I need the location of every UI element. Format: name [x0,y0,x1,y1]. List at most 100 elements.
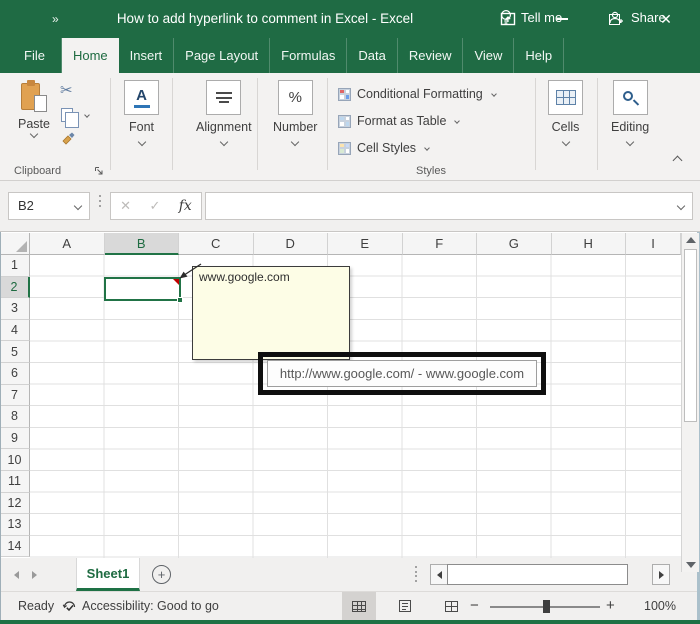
group-separator [327,78,328,170]
selected-cell-b2[interactable] [103,276,183,303]
cell-styles-button[interactable]: Cell Styles [338,138,430,158]
zoom-slider-handle[interactable] [543,600,550,613]
column-header-a[interactable]: A [30,233,105,255]
zoom-out-button[interactable]: − [470,592,479,620]
copy-button[interactable] [61,108,79,128]
lightbulb-icon [500,9,512,24]
cell-comment-box[interactable]: www.google.com [192,266,350,360]
row-header-11[interactable]: 11 [0,470,30,493]
next-sheet-arrow-icon[interactable] [32,571,37,579]
row-header-9[interactable]: 9 [0,427,30,450]
format-painter-button[interactable] [60,131,76,147]
format-as-table-label: Format as Table [357,114,447,128]
row-header-6[interactable]: 6 [0,362,30,385]
tab-formulas[interactable]: Formulas [270,38,348,73]
number-group-button[interactable]: % Number [273,80,317,147]
formula-input[interactable] [205,192,693,220]
row-header-13[interactable]: 13 [0,514,30,536]
enter-icon[interactable]: ✓ [149,198,160,214]
format-as-table-button[interactable]: Format as Table [338,111,461,131]
conditional-formatting-button[interactable]: Conditional Formatting [338,84,497,104]
font-group-chevron-icon [137,137,146,147]
font-group-button[interactable]: A Font [124,80,159,147]
quick-access-overflow-icon[interactable]: » [52,0,60,38]
formula-bar-expand-chevron-icon[interactable] [676,201,686,211]
cut-button[interactable]: ✂ [60,81,73,99]
scroll-right-button[interactable] [652,564,670,585]
column-header-c[interactable]: C [179,233,254,255]
row-header-4[interactable]: 4 [0,319,30,342]
normal-view-button[interactable] [342,592,376,620]
formula-bar-grip-handle[interactable] [99,195,101,207]
select-all-button[interactable] [0,233,30,255]
tab-file[interactable]: File [8,38,62,73]
alignment-group-label: Alignment [196,120,252,134]
cells-table-icon [548,80,583,115]
vertical-scrollbar-thumb[interactable] [684,249,697,422]
magnifier-icon [612,80,648,115]
name-box-value: B2 [18,198,34,213]
scroll-up-arrow-icon[interactable] [686,237,696,243]
page-layout-view-button[interactable] [388,592,422,620]
row-headers: 1 2 3 4 5 6 7 8 9 10 11 12 13 14 [0,255,30,558]
cells-group-button[interactable]: Cells [548,80,583,147]
name-box[interactable]: B2 [8,192,90,220]
group-separator [597,78,598,170]
tab-bar-grip-handle[interactable] [415,566,417,582]
column-header-e[interactable]: E [328,233,403,255]
row-header-3[interactable]: 3 [0,298,30,320]
horizontal-scrollbar-thumb[interactable] [447,564,628,585]
zoom-in-button[interactable]: + [606,592,615,620]
scroll-left-button[interactable] [430,564,448,585]
insert-function-icon[interactable]: fx [179,198,192,214]
cells-group-chevron-icon [561,137,570,147]
new-sheet-button[interactable]: + [152,565,171,584]
column-header-h[interactable]: H [551,233,626,255]
name-box-dropdown-chevron-icon[interactable] [73,201,83,211]
tab-view[interactable]: View [463,38,515,73]
copy-dropdown-chevron-icon[interactable] [84,112,90,118]
scroll-down-arrow-icon[interactable] [686,562,696,568]
cancel-icon[interactable]: ✕ [120,198,131,214]
page-break-preview-icon [444,600,458,612]
column-header-i[interactable]: I [626,233,681,255]
tab-help[interactable]: Help [514,38,565,73]
sheet-tab-bar: Sheet1 + [0,558,700,591]
accessibility-status[interactable]: Accessibility: Good to go [82,592,219,621]
editing-group-button[interactable]: Editing [611,80,649,147]
vertical-scrollbar[interactable] [681,233,699,572]
column-header-d[interactable]: D [253,233,328,255]
tab-home[interactable]: Home [61,38,119,73]
tab-insert[interactable]: Insert [119,38,175,73]
row-header-5[interactable]: 5 [0,341,30,363]
tab-review[interactable]: Review [398,38,464,73]
share-label: Share [631,10,666,25]
row-header-2[interactable]: 2 [0,276,30,299]
row-header-14[interactable]: 14 [0,535,30,558]
cells-group-label: Cells [551,120,580,134]
share-button[interactable]: Share [608,0,666,35]
column-header-b[interactable]: B [104,233,179,255]
collapse-ribbon-chevron-icon[interactable] [672,155,683,166]
column-header-g[interactable]: G [477,233,552,255]
paste-dropdown-chevron-icon[interactable] [29,129,39,139]
alignment-group-button[interactable]: Alignment [196,80,252,147]
tab-page-layout[interactable]: Page Layout [174,38,271,73]
tab-data[interactable]: Data [347,38,398,73]
row-header-12[interactable]: 12 [0,492,30,515]
row-header-10[interactable]: 10 [0,449,30,471]
row-header-1[interactable]: 1 [0,255,30,277]
formula-buttons-panel: ✕ ✓ fx [110,192,202,220]
clipboard-dialog-launcher-button[interactable] [94,166,104,176]
zoom-level[interactable]: 100% [632,592,676,621]
page-break-preview-button[interactable] [434,592,468,620]
tell-me-button[interactable]: Tell me [500,0,562,35]
column-header-f[interactable]: F [402,233,477,255]
row-header-8[interactable]: 8 [0,406,30,428]
previous-sheet-arrow-icon[interactable] [14,571,19,579]
dialog-launcher-icon [95,167,103,175]
fill-handle[interactable] [176,296,183,303]
sheet-tab-sheet1[interactable]: Sheet1 [76,558,140,591]
paste-button[interactable]: Paste [12,80,56,139]
row-header-7[interactable]: 7 [0,384,30,407]
